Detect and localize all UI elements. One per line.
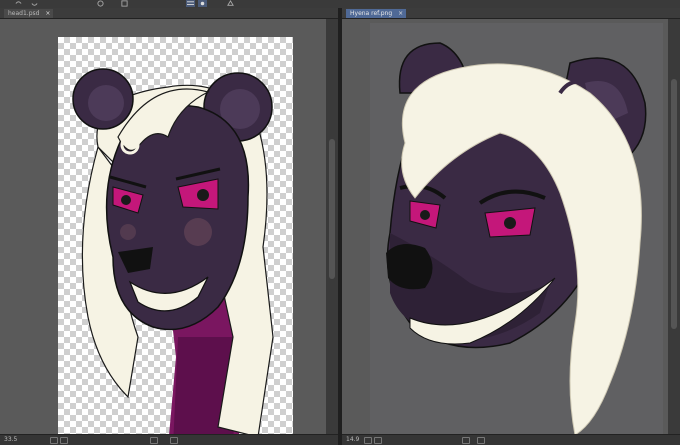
zoom-in-icon[interactable] [60,437,68,444]
artwork-bear-head [72,68,274,435]
undo-icon[interactable] [14,0,23,7]
app-window: head1.psd × 33.5 Hyena ref.png × 14.9 [0,0,680,445]
tab-hyena-ref[interactable]: Hyena ref.png × [346,9,407,18]
document-pane-right: Hyena ref.png × 14.9 [342,8,680,445]
scrollbar-thumb[interactable] [671,79,677,329]
zoom-value[interactable]: 14.9 [346,435,359,445]
artwork-hyena-head [386,42,647,435]
tab-bar: Hyena ref.png × [342,8,680,19]
close-icon[interactable]: × [45,9,50,18]
tab-bar: head1.psd × [0,8,338,19]
zoom-out-icon[interactable] [50,437,58,444]
flip-icon[interactable] [170,437,178,444]
tab-label: head1.psd [8,10,40,17]
zoom-out-icon[interactable] [364,437,372,444]
rotate-icon[interactable] [462,437,470,444]
zoom-in-icon[interactable] [374,437,382,444]
status-bar: 14.9 [342,434,680,445]
document-pane-left: head1.psd × 33.5 [0,8,338,445]
rotate-icon[interactable] [150,437,158,444]
layer-icon[interactable] [186,0,195,7]
canvas-viewport[interactable] [0,19,326,435]
view-icon[interactable] [198,0,207,7]
transform-icon[interactable] [96,0,105,7]
flip-icon[interactable] [477,437,485,444]
vertical-scrollbar[interactable] [668,19,680,435]
tab-label: Hyena ref.png [350,10,393,17]
redo-icon[interactable] [30,0,39,7]
scrollbar-thumb[interactable] [329,139,335,279]
close-icon[interactable]: × [398,9,403,18]
status-bar: 33.5 [0,434,338,445]
palette-icon[interactable] [226,0,235,7]
select-icon[interactable] [120,0,129,7]
vertical-scrollbar[interactable] [326,19,338,435]
canvas-viewport[interactable] [342,19,668,435]
tab-head1[interactable]: head1.psd × [4,9,54,18]
zoom-value[interactable]: 33.5 [4,435,17,445]
